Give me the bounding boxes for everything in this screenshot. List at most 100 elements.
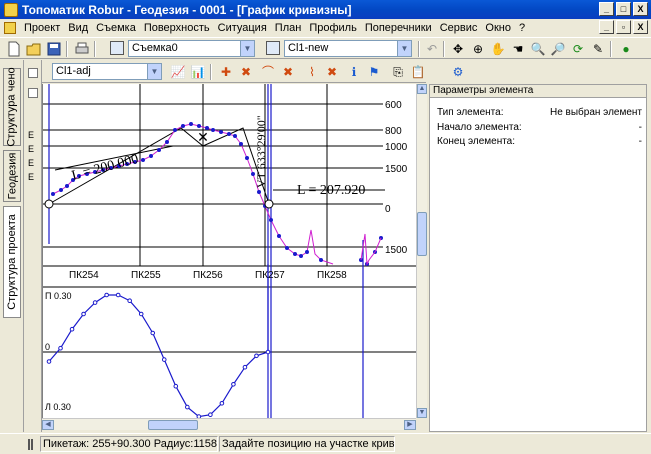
curvature-label: П 0.30	[45, 291, 72, 301]
curvature-point	[104, 292, 109, 298]
document-controls: _ ▫ X	[599, 20, 648, 34]
menu-service[interactable]: Сервис	[436, 22, 482, 34]
curvature-point	[185, 404, 190, 410]
measured-point	[299, 254, 303, 258]
menu-view[interactable]: Вид	[64, 22, 92, 34]
pointer-icon[interactable]: ✥	[450, 41, 466, 57]
tab-project-structure[interactable]: Структура проекта	[3, 206, 21, 318]
globe-icon[interactable]: ●	[618, 41, 634, 57]
main-toolbar: Съемка0 ▼ Cl1-new ▼ ↶ ✥ ⊕ ✋ ☚ 🔍 🔎 ⟳ ✎ ●	[0, 37, 651, 59]
scroll-left-icon[interactable]: ◀	[42, 420, 54, 430]
tab-geodesy[interactable]: Геодезия	[3, 150, 21, 202]
horizontal-scrollbar[interactable]: ◀ ▶	[42, 418, 416, 430]
add-arc-icon[interactable]: ⌒	[260, 64, 276, 80]
toolbar-separator	[66, 41, 68, 57]
menu-cross-sections[interactable]: Поперечники	[361, 22, 436, 34]
paste-icon[interactable]: 📋	[410, 64, 426, 80]
minimize-button[interactable]: _	[599, 2, 614, 16]
save-icon[interactable]	[46, 41, 62, 57]
measured-point	[233, 134, 237, 138]
horizontal-scroll-thumb[interactable]	[148, 420, 198, 430]
vertical-scrollbar[interactable]: ▲ ▼	[416, 84, 427, 418]
radius-label: 1500	[385, 245, 408, 256]
menu-plan[interactable]: План	[271, 22, 306, 34]
status-hint: Задайте позицию на участке кривой	[219, 436, 395, 452]
doc-minimize-button[interactable]: _	[599, 20, 614, 34]
scroll-up-icon[interactable]: ▲	[417, 84, 427, 94]
zoom-extents-icon[interactable]: ⊕	[470, 41, 486, 57]
delete-element-icon[interactable]: ✖	[324, 64, 340, 80]
chevron-down-icon[interactable]: ▼	[240, 41, 254, 56]
toolbar-separator	[443, 41, 445, 57]
chart-icon[interactable]: 📈	[170, 64, 186, 80]
curvature-point	[92, 300, 98, 305]
new-file-icon[interactable]	[6, 41, 22, 57]
status-picket-radius: Пикетаж: 255+90.300 Радиус:1158.75	[40, 436, 218, 452]
edit-icon[interactable]: ✎	[590, 41, 606, 57]
measured-point	[305, 250, 309, 254]
panel-label: E	[28, 130, 35, 140]
chevron-down-icon[interactable]: ▼	[147, 64, 161, 79]
element-endpoint[interactable]	[44, 199, 54, 209]
curvature-point	[58, 345, 63, 351]
measured-point	[257, 190, 261, 194]
panel-icon[interactable]	[28, 68, 38, 78]
panel-icon[interactable]	[28, 88, 38, 98]
vertical-scroll-thumb[interactable]	[417, 212, 427, 256]
add-element-icon[interactable]: ⌇	[304, 64, 320, 80]
menu-help[interactable]: ?	[515, 22, 529, 34]
line-combo[interactable]: Cl1-new ▼	[284, 40, 412, 57]
tab-structure-cheno[interactable]: Структура чено	[3, 67, 21, 147]
survey-layer-icon	[110, 41, 124, 55]
param-value: Не выбран элемент	[549, 107, 642, 118]
doc-restore-button[interactable]: ▫	[616, 20, 631, 34]
refresh-icon[interactable]: ⟳	[570, 41, 586, 57]
info-icon[interactable]: ℹ	[346, 64, 362, 80]
zoom-out-icon[interactable]: 🔎	[550, 41, 566, 57]
grip-icon[interactable]	[27, 436, 35, 452]
menu-project[interactable]: Проект	[20, 22, 64, 34]
menu-surface[interactable]: Поверхность	[140, 22, 214, 34]
close-button[interactable]: X	[633, 2, 648, 16]
menu-survey[interactable]: Съемка	[92, 22, 140, 34]
scroll-down-icon[interactable]: ▼	[417, 408, 427, 418]
menu-situation[interactable]: Ситуация	[214, 22, 271, 34]
scroll-right-icon[interactable]: ▶	[404, 420, 416, 430]
chevron-down-icon[interactable]: ▼	[397, 41, 411, 56]
delete-point-icon[interactable]: ✖	[238, 64, 254, 80]
curvature-point	[254, 353, 259, 359]
menu-window[interactable]: Окно	[481, 22, 515, 34]
maximize-button[interactable]: □	[616, 2, 631, 16]
doc-close-button[interactable]: X	[633, 20, 648, 34]
window-controls: _ □ X	[599, 2, 648, 16]
curvature-point	[242, 364, 248, 370]
settings-gear-icon[interactable]: ⚙	[450, 64, 466, 80]
station-label: ПК256	[193, 270, 223, 281]
station-label: ПК254	[69, 270, 99, 281]
survey-combo[interactable]: Съемка0 ▼	[128, 40, 255, 57]
measured-point	[277, 234, 281, 238]
zoom-in-icon[interactable]: 🔍	[530, 41, 546, 57]
chart-canvas[interactable]: 600 800 1000 1500 0 1500 ПК254 ПК255 ПК2…	[43, 84, 416, 418]
curvature-chart[interactable]: 600 800 1000 1500 0 1500 ПК254 ПК255 ПК2…	[42, 84, 416, 418]
pan-icon[interactable]: ☚	[510, 41, 526, 57]
adj-combo[interactable]: Cl1-adj ▼	[52, 63, 162, 80]
add-point-icon[interactable]: ✚	[218, 64, 234, 80]
menu-profile[interactable]: Профиль	[305, 22, 361, 34]
properties-icon[interactable]: ⚑	[366, 64, 382, 80]
copy-icon[interactable]: ⎘	[390, 64, 406, 80]
hand-pan-icon[interactable]: ✋	[490, 41, 506, 57]
print-icon[interactable]	[74, 41, 90, 57]
element-endpoint[interactable]	[264, 199, 274, 209]
open-folder-icon[interactable]	[26, 41, 42, 57]
station-label: ПК258	[317, 270, 347, 281]
panel-label: E	[28, 144, 35, 154]
document-icon[interactable]	[4, 21, 16, 34]
curvature-point	[81, 311, 86, 317]
radius-label: 1000	[385, 142, 408, 153]
delete-arc-icon[interactable]: ✖	[280, 64, 296, 80]
undo-icon[interactable]: ↶	[424, 41, 440, 57]
measured-point	[65, 184, 69, 188]
collapsed-side-panel: E E E E	[25, 60, 42, 432]
profile-icon[interactable]: 📊	[190, 64, 206, 80]
